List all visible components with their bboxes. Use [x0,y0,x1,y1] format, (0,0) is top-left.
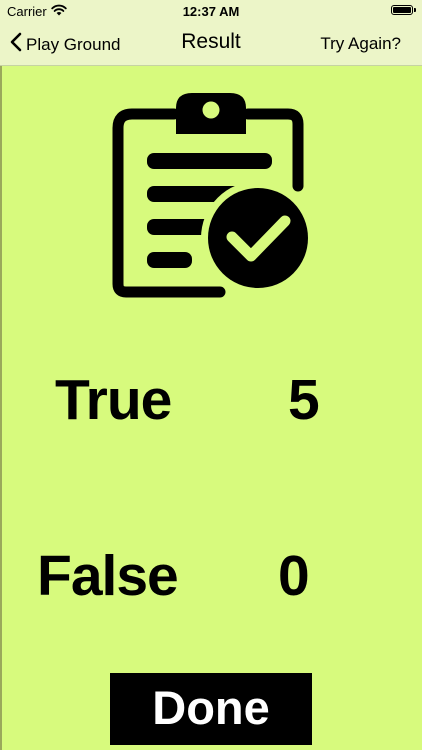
true-count: 5 [288,368,320,432]
navigation-bar: Play Ground Result Try Again? [0,22,422,66]
true-label: True [55,368,172,432]
clipboard-check-icon [110,88,315,298]
false-label: False [37,544,179,608]
status-bar: Carrier 12:37 AM [0,0,422,22]
battery-icon [391,5,416,15]
false-count: 0 [278,544,310,608]
left-edge-divider [0,66,2,750]
status-time: 12:37 AM [182,4,240,19]
battery-nub [414,8,416,12]
battery-fill [393,7,411,13]
done-button[interactable]: Done [110,673,312,745]
try-again-button[interactable]: Try Again? [320,34,401,54]
